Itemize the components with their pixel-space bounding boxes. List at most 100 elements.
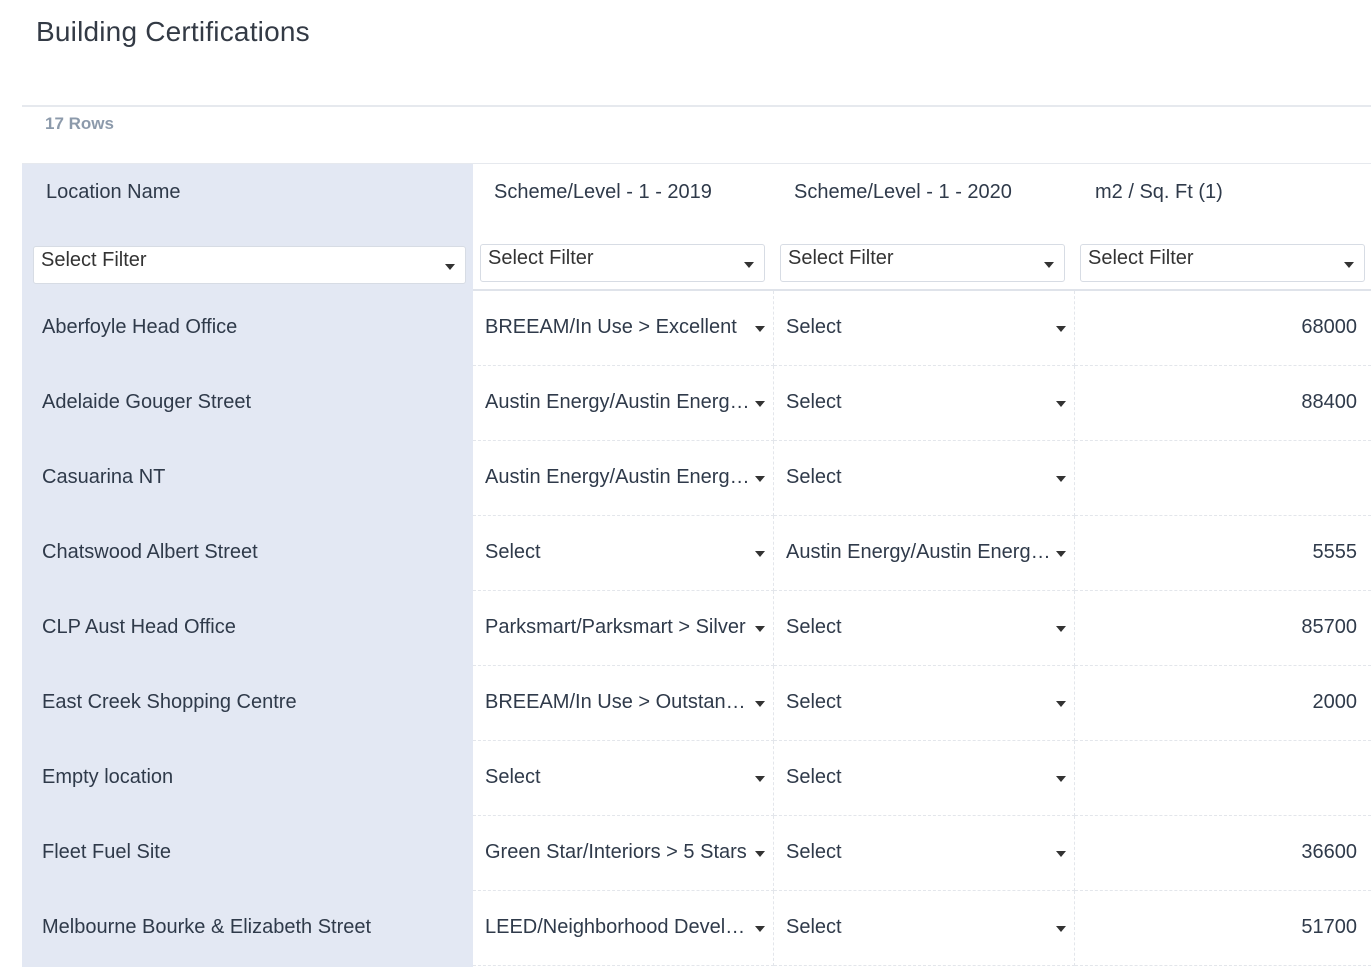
table-row: Empty location Select Select [22,741,1371,816]
caret-down-icon [755,926,765,932]
scheme-2019-select[interactable]: BREEAM/In Use > Excellent [485,316,765,339]
caret-down-icon [1056,851,1066,857]
cell-area[interactable]: 51700 [1075,891,1371,966]
scheme-2020-select[interactable]: Select [786,616,1066,639]
cell-area[interactable] [1075,741,1371,816]
select-value: LEED/Neighborhood Development [485,916,751,938]
cell-area[interactable] [1075,441,1371,516]
select-value: Select [786,841,842,863]
scheme-2020-select[interactable]: Select [786,766,1066,789]
filter-scheme-2019[interactable]: Select Filter [480,244,765,282]
area-value: 51700 [1301,916,1357,938]
caret-down-icon [1056,326,1066,332]
cell-area[interactable]: 36600 [1075,816,1371,891]
cell-scheme-2019: Select [473,741,774,816]
cell-scheme-2020: Select [774,741,1075,816]
column-header-scheme-2020[interactable]: Scheme/Level - 1 - 2020 Select Filter [773,164,1073,291]
location-name: Casuarina NT [42,466,166,488]
row-count: 17 Rows [45,114,114,133]
filter-placeholder: Select Filter [488,247,594,269]
caret-down-icon [1056,401,1066,407]
table-row: Aberfoyle Head Office BREEAM/In Use > Ex… [22,291,1371,366]
scheme-2019-select[interactable]: Select [485,766,765,789]
select-value: BREEAM/In Use > Excellent [485,316,737,338]
select-value: Austin Energy/Austin Energy Green Buildi… [485,466,751,488]
caret-down-icon [755,851,765,857]
cell-scheme-2019: BREEAM/In Use > Outstanding [473,666,774,741]
scheme-2019-select[interactable]: Select [485,541,765,564]
location-name: Aberfoyle Head Office [42,316,238,338]
select-value: Select [786,316,842,338]
caret-down-icon [1044,262,1054,268]
select-value: Green Star/Interiors > 5 Stars [485,841,747,863]
scheme-2019-select[interactable]: LEED/Neighborhood Development [485,916,765,939]
caret-down-icon [1056,476,1066,482]
select-value: Select [485,766,541,788]
cell-scheme-2019: Green Star/Interiors > 5 Stars [473,816,774,891]
cell-scheme-2019: Select [473,516,774,591]
select-value: BREEAM/In Use > Outstanding [485,691,751,713]
cell-scheme-2020: Select [774,891,1075,966]
cell-area[interactable]: 85700 [1075,591,1371,666]
location-name: Empty location [42,766,174,788]
cell-scheme-2019: Austin Energy/Austin Energy Green Buildi… [473,441,774,516]
column-label: Scheme/Level - 1 - 2019 [494,181,712,203]
location-name: Melbourne Bourke & Elizabeth Street [42,916,372,938]
cell-area[interactable]: 68000 [1075,291,1371,366]
cell-area[interactable]: 5555 [1075,516,1371,591]
scheme-2019-select[interactable]: Green Star/Interiors > 5 Stars [485,841,765,864]
cell-scheme-2019: Austin Energy/Austin Energy Green Buildi… [473,366,774,441]
cell-area[interactable]: 88400 [1075,366,1371,441]
cell-scheme-2020: Austin Energy/Austin Energy Green Buildi… [774,516,1075,591]
cell-area[interactable]: 2000 [1075,666,1371,741]
scheme-2020-select[interactable]: Select [786,391,1066,414]
column-header-scheme-2019[interactable]: Scheme/Level - 1 - 2019 Select Filter [473,164,773,291]
page-title: Building Certifications [36,16,310,47]
select-value: Select [786,466,842,488]
title-divider [22,105,1371,107]
scheme-2020-select[interactable]: Select [786,841,1066,864]
scheme-2020-select[interactable]: Select [786,316,1066,339]
select-value: Austin Energy/Austin Energy Green Buildi… [485,391,751,413]
table-row: East Creek Shopping Centre BREEAM/In Use… [22,666,1371,741]
select-value: Austin Energy/Austin Energy Green Buildi… [786,541,1052,563]
select-value: Select [786,766,842,788]
location-name: Chatswood Albert Street [42,541,258,563]
column-label: Scheme/Level - 1 - 2020 [794,181,1012,203]
column-header-area[interactable]: m2 / Sq. Ft (1) Select Filter [1073,164,1371,291]
table-row: Adelaide Gouger Street Austin Energy/Aus… [22,366,1371,441]
scheme-2020-select[interactable]: Select [786,691,1066,714]
cell-scheme-2019: Parksmart/Parksmart > Silver [473,591,774,666]
filter-placeholder: Select Filter [788,247,894,269]
location-name: Adelaide Gouger Street [42,391,252,413]
table-row: Chatswood Albert Street Select Austin En… [22,516,1371,591]
caret-down-icon [755,776,765,782]
filter-location-name[interactable]: Select Filter [33,246,466,284]
caret-down-icon [1344,262,1354,268]
caret-down-icon [1056,551,1066,557]
cell-scheme-2020: Select [774,591,1075,666]
scheme-2019-select[interactable]: Austin Energy/Austin Energy Green Buildi… [485,466,765,489]
scheme-2019-select[interactable]: Parksmart/Parksmart > Silver [485,616,765,639]
scheme-2020-select[interactable]: Select [786,466,1066,489]
area-value: 5555 [1312,541,1358,563]
filter-scheme-2020[interactable]: Select Filter [780,244,1065,282]
caret-down-icon [1056,701,1066,707]
table-row: Melbourne Bourke & Elizabeth Street LEED… [22,891,1371,966]
select-value: Select [786,391,842,413]
scheme-2020-select[interactable]: Select [786,916,1066,939]
caret-down-icon [445,264,455,270]
area-value: 2000 [1312,691,1358,713]
caret-down-icon [755,326,765,332]
location-name: East Creek Shopping Centre [42,691,297,713]
scheme-2019-select[interactable]: Austin Energy/Austin Energy Green Buildi… [485,391,765,414]
area-value: 85700 [1301,616,1357,638]
caret-down-icon [744,262,754,268]
select-value: Select [786,691,842,713]
caret-down-icon [755,401,765,407]
column-header-location-name[interactable]: Location Name Select Filter [22,164,473,291]
scheme-2019-select[interactable]: BREEAM/In Use > Outstanding [485,691,765,714]
scheme-2020-select[interactable]: Austin Energy/Austin Energy Green Buildi… [786,541,1066,564]
cell-scheme-2020: Select [774,366,1075,441]
filter-area[interactable]: Select Filter [1080,244,1365,282]
